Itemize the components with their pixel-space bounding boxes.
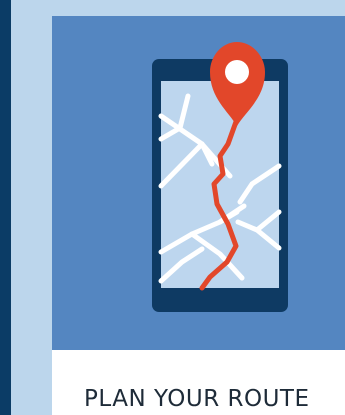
phone-map-illustration (152, 42, 288, 312)
card-illustration (52, 16, 345, 350)
page: PLAN YOUR ROUTE (0, 0, 345, 415)
feature-card[interactable]: PLAN YOUR ROUTE (52, 16, 345, 415)
card-title: PLAN YOUR ROUTE (84, 386, 310, 412)
left-edge-strip (0, 0, 11, 415)
